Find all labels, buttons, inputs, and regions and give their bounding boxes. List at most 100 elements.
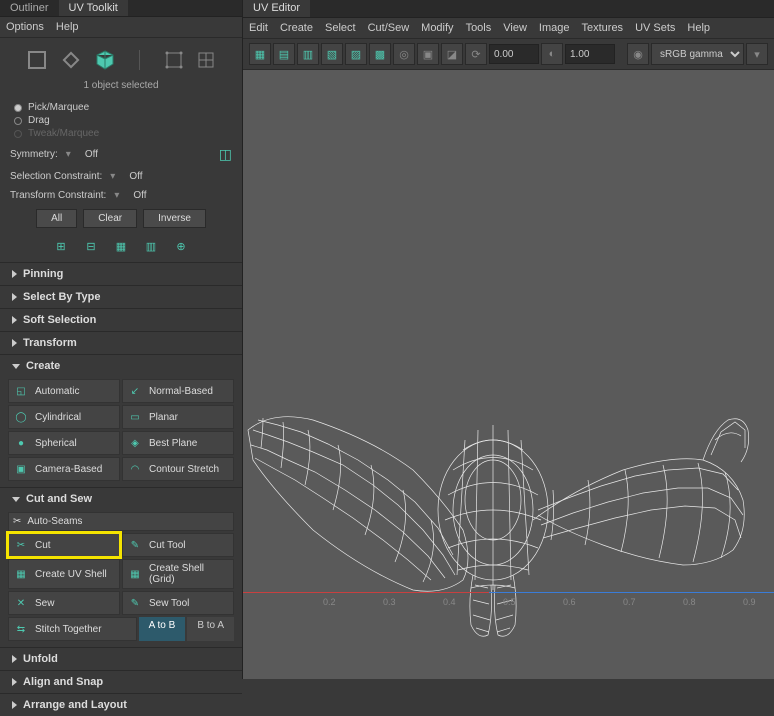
create-spherical-button[interactable]: ●Spherical [8, 431, 120, 455]
grid-plus-icon[interactable]: ⊕ [173, 238, 189, 254]
contour-icon: ◠ [127, 461, 143, 477]
radio-drag[interactable]: Drag [14, 114, 228, 127]
chevron-down-icon[interactable]: ▾ [110, 171, 115, 182]
menu-cut-sew[interactable]: Cut/Sew [368, 22, 410, 34]
toolbar-btn-6[interactable]: ▩ [369, 43, 391, 65]
menu-uv-sets[interactable]: UV Sets [635, 22, 675, 34]
create-contour-stretch-button[interactable]: ◠ Contour Stretch [122, 457, 234, 481]
menu-help-right[interactable]: Help [687, 22, 710, 34]
section-select-by-type[interactable]: Select By Type [0, 286, 242, 308]
toolbar-contrast-icon[interactable]: ◐ [541, 43, 563, 65]
section-arrange-and-layout[interactable]: Arrange and Layout [0, 694, 242, 716]
btn-label: Sew [35, 598, 54, 609]
menu-modify[interactable]: Modify [421, 22, 453, 34]
menu-edit[interactable]: Edit [249, 22, 268, 34]
toolbar-dropdown-icon[interactable]: ▾ [746, 43, 768, 65]
btn-label: Create UV Shell [35, 569, 107, 580]
section-transform[interactable]: Transform [0, 332, 242, 354]
toolbar-btn-1[interactable]: ▦ [249, 43, 271, 65]
create-best-plane-button[interactable]: ◈Best Plane [122, 431, 234, 455]
menu-create[interactable]: Create [280, 22, 313, 34]
create-uv-shell-button[interactable]: ▦ Create UV Shell [8, 559, 120, 589]
menu-help[interactable]: Help [56, 21, 79, 33]
sew-tool-button[interactable]: ✎Sew Tool [122, 591, 234, 615]
section-title: Cut and Sew [26, 493, 92, 505]
create-shell-grid-button[interactable]: ▦ Create Shell (Grid) [122, 559, 234, 589]
grid-icon[interactable]: ▦ [113, 238, 129, 254]
chevron-down-icon[interactable]: ▾ [66, 149, 71, 160]
symmetry-icon[interactable]: ◫ [219, 146, 232, 163]
create-planar-button[interactable]: ▭Planar [122, 405, 234, 429]
section-create[interactable]: Create [0, 355, 242, 377]
tab-outliner[interactable]: Outliner [0, 0, 59, 16]
section-align-and-snap[interactable]: Align and Snap [0, 671, 242, 693]
toolbar-btn-3[interactable]: ▥ [297, 43, 319, 65]
tab-uv-editor[interactable]: UV Editor [243, 0, 310, 17]
toolbar-refresh-icon[interactable]: ⟳ [465, 43, 487, 65]
menu-image[interactable]: Image [539, 22, 570, 34]
grid-dots-icon[interactable] [162, 48, 186, 72]
section-cut-and-sew[interactable]: Cut and Sew [0, 488, 242, 510]
exposure-field[interactable] [489, 44, 539, 64]
toolbar-btn-5[interactable]: ▨ [345, 43, 367, 65]
diamond-icon[interactable] [59, 48, 83, 72]
cube-icon[interactable] [93, 48, 117, 72]
uv-mesh [243, 70, 759, 679]
btn-label: Contour Stretch [149, 464, 219, 475]
sew-button[interactable]: ✕Sew [8, 591, 120, 615]
create-camera-based-button[interactable]: ▣Camera-Based [8, 457, 120, 481]
select-all-button[interactable]: All [36, 209, 77, 228]
stitch-together-button[interactable]: ⇆Stitch Together [8, 617, 137, 641]
shellgrid-icon: ▦ [127, 566, 143, 582]
menu-textures[interactable]: Textures [581, 22, 623, 34]
create-normal-based-button[interactable]: ↙Normal-Based [122, 379, 234, 403]
transform-constraint-value[interactable]: Off [133, 190, 146, 201]
toolbar-dim-icon[interactable]: ◪ [441, 43, 463, 65]
shell-icon: ▦ [13, 566, 29, 582]
btn-label: Normal-Based [149, 386, 213, 397]
toolbar-btn-4[interactable]: ▧ [321, 43, 343, 65]
tick-label: 0.2 [323, 597, 336, 607]
a-to-b-button[interactable]: A to B [139, 617, 186, 641]
uv-viewport[interactable]: 0.2 0.3 0.4 0.5 0.6 0.7 0.8 0.9 [243, 70, 774, 679]
grow-icon[interactable]: ⊞ [53, 238, 69, 254]
cut-button[interactable]: ✂Cut [8, 533, 120, 557]
inverse-button[interactable]: Inverse [143, 209, 206, 228]
color-management-select[interactable]: sRGB gamma [651, 43, 744, 65]
menu-tools[interactable]: Tools [466, 22, 492, 34]
section-soft-selection[interactable]: Soft Selection [0, 309, 242, 331]
grid-alt-icon[interactable]: ▥ [143, 238, 159, 254]
auto-seams-button[interactable]: ✂Auto-Seams [8, 512, 234, 531]
toolbar-target-icon[interactable]: ◎ [393, 43, 415, 65]
symmetry-value[interactable]: Off [85, 149, 98, 160]
chevron-down-icon[interactable]: ▾ [114, 190, 119, 201]
btn-label: Create Shell (Grid) [149, 563, 229, 585]
clear-button[interactable]: Clear [83, 209, 137, 228]
section-pinning[interactable]: Pinning [0, 263, 242, 285]
toolbar-camera-icon[interactable]: ▣ [417, 43, 439, 65]
menu-view[interactable]: View [503, 22, 527, 34]
btn-label: Best Plane [149, 438, 197, 449]
create-cylindrical-button[interactable]: ◯Cylindrical [8, 405, 120, 429]
tick-label: 0.3 [383, 597, 396, 607]
toolbar-btn-2[interactable]: ▤ [273, 43, 295, 65]
b-to-a-button[interactable]: B to A [187, 617, 234, 641]
radio-label: Pick/Marquee [28, 102, 89, 113]
shrink-icon[interactable]: ⊟ [83, 238, 99, 254]
menu-options[interactable]: Options [6, 21, 44, 33]
grid-quad-icon[interactable] [194, 48, 218, 72]
menu-select[interactable]: Select [325, 22, 356, 34]
create-automatic-button[interactable]: ◱Automatic [8, 379, 120, 403]
cut-tool-button[interactable]: ✎Cut Tool [122, 533, 234, 557]
radio-tweak-marquee[interactable]: Tweak/Marquee [14, 127, 228, 140]
square-outline-icon[interactable] [25, 48, 49, 72]
section-unfold[interactable]: Unfold [0, 648, 242, 670]
section-title: Arrange and Layout [23, 699, 127, 711]
toolbar-cm-toggle[interactable]: ◉ [627, 43, 649, 65]
tab-uv-toolkit[interactable]: UV Toolkit [59, 0, 128, 16]
gamma-field[interactable] [565, 44, 615, 64]
cuttool-icon: ✎ [127, 537, 143, 553]
radio-pick-marquee[interactable]: Pick/Marquee [14, 101, 228, 114]
axis-x-positive [489, 592, 774, 593]
selection-constraint-value[interactable]: Off [129, 171, 142, 182]
